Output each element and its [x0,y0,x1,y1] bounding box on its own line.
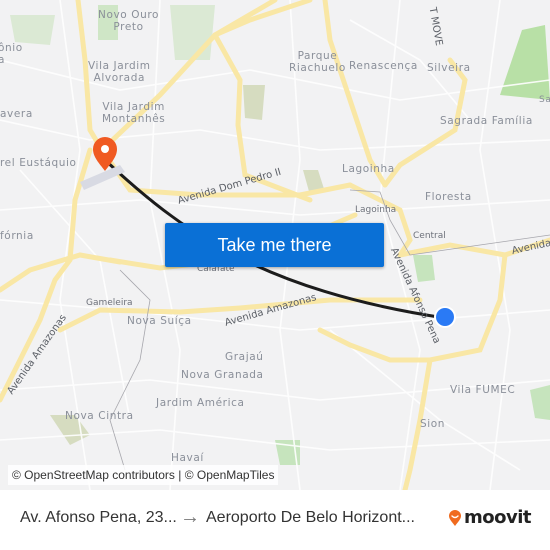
moovit-logo[interactable]: moovit [448,507,532,528]
destination-name: Aeroporto De Belo Horizont... [206,509,415,526]
neighborhood-label: avera [0,108,33,120]
neighborhood-label: Vila Jardim Montanhês [102,101,166,125]
destination-pin[interactable] [91,136,119,172]
map-attribution[interactable]: © OpenStreetMap contributors | © OpenMap… [8,465,279,485]
take-me-there-button[interactable]: Take me there [165,223,384,267]
neighborhood-label: Sa [539,95,550,105]
station-label: Central [413,231,446,241]
park [170,5,215,60]
neighborhood-label: Silveira [427,62,471,74]
neighborhood-label: Havaí [171,452,204,464]
moovit-wordmark: moovit [464,507,532,528]
neighborhood-label: Floresta [425,191,472,203]
neighborhood-label: Vila FUMEC [450,384,516,396]
neighborhood-label: Novo Ouro Preto [98,9,160,33]
neighborhood-label: rel Eustáquio [0,157,77,169]
neighborhood-label: Jardim América [156,397,245,409]
neighborhood-label: Sion [420,418,446,430]
station-label: Gameleira [86,298,133,308]
park [530,385,550,420]
park [500,25,550,100]
footer: Av. Afonso Pena, 23... → Aeroporto De Be… [0,490,550,550]
neighborhood-label: Nova Suíça [127,315,192,327]
location-dot-icon [436,308,454,326]
neighborhood-label: Sagrada Família [440,115,533,127]
neighborhood-label: Nova Granada [181,369,264,381]
neighborhood-label: Vila Jardim Alvorada [88,60,151,84]
neighborhood-label: Grajaú [225,351,264,363]
station-label: Lagoinha [355,205,397,215]
map-pin-icon [93,137,117,171]
neighborhood-label: ônio a [0,42,23,66]
neighborhood-label: Lagoinha [342,163,395,175]
park [243,85,265,120]
origin-name: Av. Afonso Pena, 23... [20,509,177,526]
neighborhood-label: Parque Riachuelo [289,50,346,74]
map[interactable]: Novo Ouro Preto ônio a Vila Jardim Alvor… [0,0,550,490]
neighborhood-label: Nova Cintra [65,410,134,422]
arrow-right-icon: → [180,506,200,528]
park [10,15,55,45]
origin-marker[interactable] [434,306,456,328]
moovit-pin-icon [449,509,461,526]
neighborhood-label: fórnia [0,230,34,242]
neighborhood-label: Renascença [349,60,418,72]
park [413,255,435,282]
